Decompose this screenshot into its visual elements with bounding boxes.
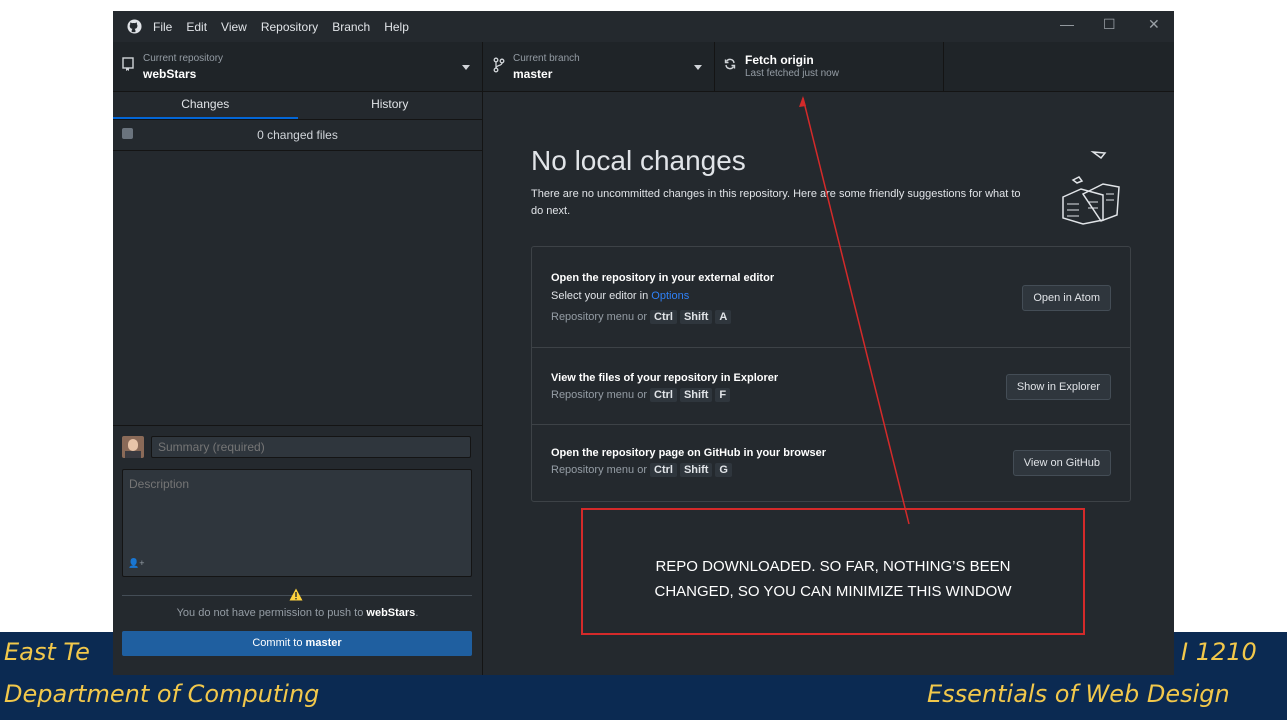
- title-bar: File Edit View Repository Branch Help — …: [113, 11, 1174, 42]
- chevron-down-icon: [694, 65, 702, 70]
- menu-branch[interactable]: Branch: [332, 20, 370, 34]
- warning-icon: [289, 588, 303, 601]
- description-input[interactable]: [122, 469, 472, 577]
- avatar: [122, 436, 144, 458]
- maximize-button[interactable]: ☐: [1103, 16, 1116, 33]
- changed-files-count: 0 changed files: [257, 128, 338, 142]
- repo-name: webStars: [143, 67, 197, 81]
- suggestion-show-explorer: View the files of your repository in Exp…: [532, 347, 1130, 425]
- suggestion-title: Open the repository page on GitHub in yo…: [551, 447, 827, 459]
- current-repository-dropdown[interactable]: Current repository webStars: [113, 42, 483, 91]
- menu-view[interactable]: View: [221, 20, 247, 34]
- annotation-text: REPO DOWNLOADED. SO FAR, NOTHING’S BEEN …: [654, 558, 1012, 600]
- no-changes-description: There are no uncommitted changes in this…: [531, 188, 1021, 217]
- open-in-atom-button[interactable]: Open in Atom: [1022, 285, 1111, 311]
- fetch-status: Last fetched just now: [745, 68, 839, 79]
- menu-file[interactable]: File: [153, 20, 172, 34]
- footer-left-line1: East Te: [4, 638, 90, 666]
- commit-button[interactable]: Commit to master: [122, 631, 472, 656]
- shortcut-hint: Repository menu or Ctrl Shift F: [551, 388, 731, 402]
- chevron-down-icon: [462, 65, 470, 70]
- shortcut-hint: Repository menu or Ctrl Shift A: [551, 310, 732, 324]
- permission-warning: You do not have permission to push to we…: [176, 607, 419, 619]
- menu-bar: File Edit View Repository Branch Help: [153, 11, 409, 42]
- suggestions-panel: Open the repository in your external edi…: [531, 246, 1131, 502]
- branch-icon: [493, 57, 505, 73]
- fetch-label: Fetch origin: [745, 53, 814, 67]
- fetch-origin-button[interactable]: Fetch origin Last fetched just now: [715, 42, 944, 91]
- sidebar-tabs: Changes History: [113, 92, 482, 120]
- repo-label: Current repository: [143, 53, 224, 64]
- footer-right-line2: Essentials of Web Design: [927, 680, 1230, 708]
- commit-area: 👤+ You do not have permission to push to…: [113, 425, 482, 675]
- add-coauthor-icon[interactable]: 👤+: [128, 558, 144, 569]
- current-branch-dropdown[interactable]: Current branch master: [483, 42, 715, 91]
- suggestion-open-editor: Open the repository in your external edi…: [532, 247, 1130, 348]
- footer-right-line1: I 1210: [1181, 638, 1257, 666]
- changes-header: 0 changed files: [113, 120, 482, 151]
- summary-input[interactable]: [151, 436, 471, 458]
- suggestion-detail: Select your editor in Options: [551, 290, 690, 302]
- minimize-button[interactable]: —: [1060, 16, 1074, 32]
- branch-label: Current branch: [513, 53, 580, 64]
- sidebar: Changes History 0 changed files 👤+ You d…: [113, 92, 483, 675]
- menu-help[interactable]: Help: [384, 20, 409, 34]
- menu-repository[interactable]: Repository: [261, 20, 318, 34]
- show-in-explorer-button[interactable]: Show in Explorer: [1005, 374, 1111, 400]
- annotation-callout: REPO DOWNLOADED. SO FAR, NOTHING’S BEEN …: [581, 508, 1085, 635]
- view-on-github-button[interactable]: View on GitHub: [1012, 450, 1111, 476]
- suggestion-title: Open the repository in your external edi…: [551, 272, 775, 284]
- repo-icon: [122, 57, 134, 71]
- sync-icon: [724, 58, 736, 70]
- toolbar: Current repository webStars Current bran…: [113, 42, 1174, 92]
- options-link[interactable]: Options: [651, 290, 689, 302]
- close-button[interactable]: ✕: [1148, 16, 1160, 33]
- branch-name: master: [513, 67, 553, 81]
- menu-edit[interactable]: Edit: [186, 20, 207, 34]
- suggestion-view-github: Open the repository page on GitHub in yo…: [532, 424, 1130, 501]
- page-title: No local changes: [531, 145, 746, 176]
- tab-history[interactable]: History: [298, 92, 483, 119]
- github-logo-icon: [127, 19, 142, 34]
- newspaper-illustration-icon: [1062, 151, 1120, 225]
- tab-changes[interactable]: Changes: [113, 92, 298, 119]
- shortcut-hint: Repository menu or Ctrl Shift G: [551, 463, 732, 477]
- suggestion-title: View the files of your repository in Exp…: [551, 372, 779, 384]
- footer-left-line2: Department of Computing: [4, 680, 320, 708]
